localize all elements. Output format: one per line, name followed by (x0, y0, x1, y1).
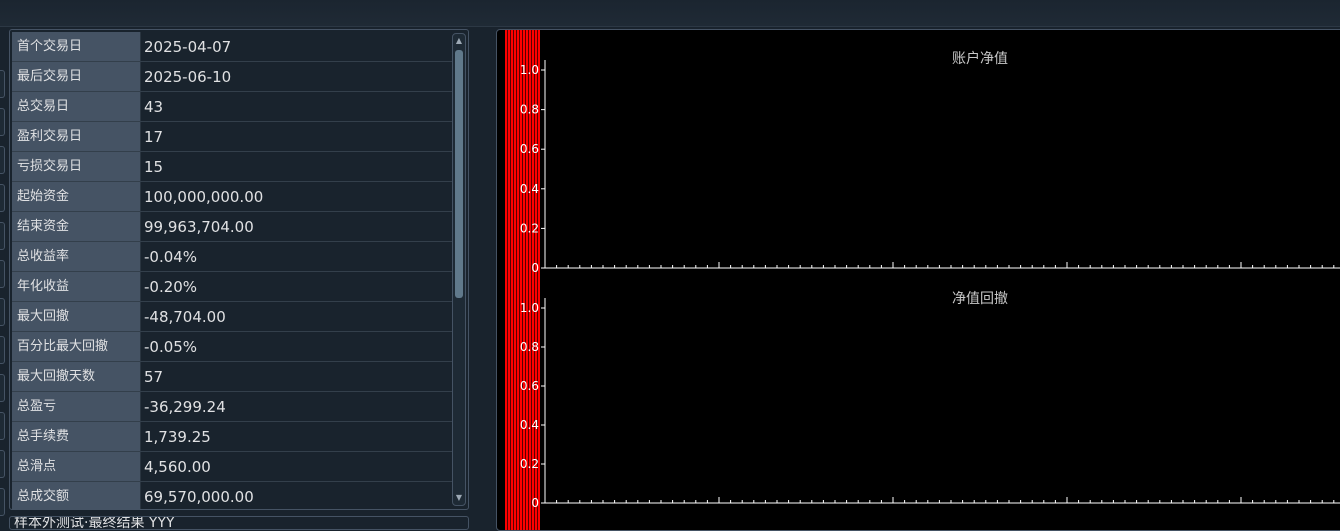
stat-value[interactable]: 57 (141, 362, 452, 391)
side-tab[interactable] (0, 298, 5, 326)
table-row: 百分比最大回撤 -0.05% (12, 332, 452, 362)
stat-label: 首个交易日 (12, 32, 141, 61)
side-tab[interactable] (0, 184, 5, 212)
table-row: 盈利交易日 17 (12, 122, 452, 152)
stat-value[interactable]: 43 (141, 92, 452, 121)
table-row: 总滑点 4,560.00 (12, 452, 452, 482)
table-row: 总手续费 1,739.25 (12, 422, 452, 452)
y-tick-label: 0.2 (520, 221, 539, 235)
left-tab-strip (0, 30, 6, 524)
table-row: 最大回撤 -48,704.00 (12, 302, 452, 332)
stat-value[interactable]: -0.04% (141, 242, 452, 271)
stat-label: 年化收益 (12, 272, 141, 301)
bottom-text-field[interactable]: 样本外测试·最终结果 YYY (9, 516, 469, 530)
stat-label: 百分比最大回撤 (12, 332, 141, 361)
table-row: 总盈亏 -36,299.24 (12, 392, 452, 422)
stat-value[interactable]: 99,963,704.00 (141, 212, 452, 241)
stat-value[interactable]: 4,560.00 (141, 452, 452, 481)
stat-value[interactable]: 2025-06-10 (141, 62, 452, 91)
stat-label: 起始资金 (12, 182, 141, 211)
table-row: 起始资金 100,000,000.00 (12, 182, 452, 212)
top-toolbar (0, 0, 1340, 27)
side-tab[interactable] (0, 336, 5, 364)
side-tab[interactable] (0, 488, 5, 516)
y-tick-label: 0.2 (520, 457, 539, 471)
side-tab[interactable] (0, 374, 5, 402)
side-tab[interactable] (0, 260, 5, 288)
backtest-chart-area: 账户净值 0 0.2 0.4 0.6 0.8 1.0 净值回撤 0 0.2 0.4 0.6 0.8 1.0… (496, 29, 1340, 531)
stat-value[interactable]: -0.05% (141, 332, 452, 361)
table-row: 首个交易日 2025-04-07 (12, 32, 452, 62)
stat-label: 总盈亏 (12, 392, 141, 421)
stat-label: 最大回撤 (12, 302, 141, 331)
vertical-scrollbar[interactable]: ▲ ▼ (452, 33, 466, 506)
side-tab[interactable] (0, 222, 5, 250)
y-tick-label: 0.6 (520, 379, 539, 393)
stat-label: 总滑点 (12, 452, 141, 481)
table-row: 总交易日 43 (12, 92, 452, 122)
stat-value[interactable]: 2025-04-07 (141, 32, 452, 61)
y-tick-label: 1.0 (520, 301, 539, 315)
y-tick-label: 0 (531, 496, 539, 510)
stat-value[interactable]: 17 (141, 122, 452, 151)
y-tick-label: 0.4 (520, 418, 539, 432)
stat-value[interactable]: 1,739.25 (141, 422, 452, 451)
side-tab[interactable] (0, 146, 5, 174)
table-row: 总成交额 69,570,000.00 (12, 482, 452, 509)
scroll-up-icon[interactable]: ▲ (453, 35, 465, 47)
stat-value[interactable]: 69,570,000.00 (141, 482, 452, 509)
statistics-panel: 首个交易日 2025-04-07 最后交易日 2025-06-10 总交易日 43 盈利交易… (9, 29, 469, 510)
stat-label: 总手续费 (12, 422, 141, 451)
scroll-handle[interactable] (455, 50, 463, 298)
stat-label: 结束资金 (12, 212, 141, 241)
stat-label: 最后交易日 (12, 62, 141, 91)
table-row: 最大回撤天数 57 (12, 362, 452, 392)
stat-label: 亏损交易日 (12, 152, 141, 181)
stat-label: 最大回撤天数 (12, 362, 141, 391)
charts-svg: 账户净值 0 0.2 0.4 0.6 0.8 1.0 净值回撤 0 0.2 0.4 0.6 0.8 1.0… (505, 30, 1340, 530)
scroll-down-icon[interactable]: ▼ (453, 492, 465, 504)
stat-value[interactable]: 100,000,000.00 (141, 182, 452, 211)
stat-label: 总收益率 (12, 242, 141, 271)
y-tick-label: 0.8 (520, 340, 539, 354)
y-tick-label: 1.0 (520, 63, 539, 77)
table-row: 总收益率 -0.04% (12, 242, 452, 272)
y-tick-label: 0 (531, 261, 539, 275)
stat-label: 总成交额 (12, 482, 141, 509)
chart-title: 净值回撤 (952, 291, 1008, 307)
side-tab[interactable] (0, 412, 5, 440)
y-tick-label: 0.6 (520, 142, 539, 156)
stat-label: 总交易日 (12, 92, 141, 121)
table-row: 最后交易日 2025-06-10 (12, 62, 452, 92)
chart-title: 账户净值 (952, 50, 1008, 67)
stat-value[interactable]: -48,704.00 (141, 302, 452, 331)
stat-value[interactable]: -36,299.24 (141, 392, 452, 421)
table-row: 结束资金 99,963,704.00 (12, 212, 452, 242)
side-tab[interactable] (0, 108, 5, 136)
y-tick-label: 0.4 (520, 182, 539, 196)
stat-label: 盈利交易日 (12, 122, 141, 151)
statistics-table: 首个交易日 2025-04-07 最后交易日 2025-06-10 总交易日 43 盈利交易… (12, 32, 452, 509)
table-row: 年化收益 -0.20% (12, 272, 452, 302)
side-tab[interactable] (0, 450, 5, 478)
side-tab[interactable] (0, 70, 5, 98)
table-row: 亏损交易日 15 (12, 152, 452, 182)
stat-value[interactable]: -0.20% (141, 272, 452, 301)
stat-value[interactable]: 15 (141, 152, 452, 181)
y-tick-label: 0.8 (520, 103, 539, 117)
